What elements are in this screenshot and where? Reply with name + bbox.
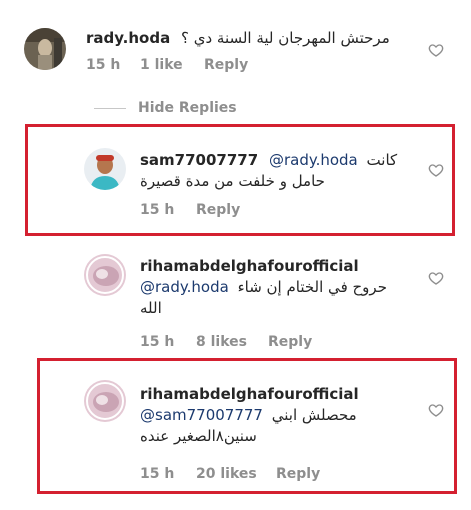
reply-button[interactable]: Reply <box>268 334 312 350</box>
comment-body-line-1: محصلش ابني <box>271 406 357 424</box>
username[interactable]: rady.hoda <box>86 29 170 47</box>
timestamp: 15 h <box>86 57 121 73</box>
comment-rady-hoda: rady.hoda مرحتش المهرجان لية السنة دي ؟ … <box>0 0 471 90</box>
heart-outline-icon[interactable] <box>428 402 444 418</box>
reply-button[interactable]: Reply <box>204 57 248 73</box>
comment-body: مرحتش المهرجان لية السنة دي ؟ <box>180 29 390 47</box>
reply-button[interactable]: Reply <box>276 466 320 482</box>
reply-rihamabdelghafourofficial-1: rihamabdelghafourofficial @rady.hoda حرو… <box>0 244 471 356</box>
comment-text: rihamabdelghafourofficial @rady.hoda حرو… <box>140 256 430 319</box>
hide-replies-label: Hide Replies <box>138 100 237 116</box>
mention-link[interactable]: @sam77007777 <box>140 406 263 424</box>
comment-meta: 15 h Reply <box>140 202 240 218</box>
avatar[interactable] <box>84 148 126 190</box>
username[interactable]: rihamabdelghafourofficial <box>140 256 430 277</box>
comment-body-line-1: كانت <box>366 151 398 169</box>
mention-link[interactable]: @rady.hoda <box>140 278 229 296</box>
divider <box>94 107 126 109</box>
timestamp: 15 h <box>140 334 175 350</box>
comment-body-line-2: الله <box>140 299 162 317</box>
hide-replies-button[interactable]: Hide Replies <box>94 100 237 116</box>
username[interactable]: rihamabdelghafourofficial <box>140 384 430 405</box>
reply-button[interactable]: Reply <box>196 202 240 218</box>
comment-text: sam77007777 @rady.hoda كانت حامل و خلفت … <box>140 150 430 192</box>
username[interactable]: sam77007777 <box>140 151 258 169</box>
heart-outline-icon[interactable] <box>428 42 444 58</box>
comment-meta: 15 h 20 likes Reply <box>140 466 320 482</box>
comment-body-line-2: حامل و خلفت من مدة قصيرة <box>140 172 325 190</box>
reply-rihamabdelghafourofficial-2: rihamabdelghafourofficial @sam77007777 م… <box>0 358 471 494</box>
avatar[interactable] <box>84 380 126 422</box>
reply-sam77007777: sam77007777 @rady.hoda كانت حامل و خلفت … <box>0 124 471 236</box>
avatar[interactable] <box>24 28 66 70</box>
heart-outline-icon[interactable] <box>428 270 444 286</box>
avatar[interactable] <box>84 254 126 296</box>
comment-meta: 15 h 1 like Reply <box>86 57 248 73</box>
timestamp: 15 h <box>140 202 175 218</box>
comment-meta: 15 h 8 likes Reply <box>140 334 312 350</box>
comment-text: rady.hoda مرحتش المهرجان لية السنة دي ؟ <box>86 28 416 49</box>
comment-body-line-2: سنين٨الصغير عنده <box>140 427 257 445</box>
likes-count[interactable]: 8 likes <box>196 334 268 350</box>
heart-outline-icon[interactable] <box>428 162 444 178</box>
comment-body-line-1: حروح في الختام إن شاء <box>237 278 387 296</box>
likes-count[interactable]: 20 likes <box>196 466 276 482</box>
timestamp: 15 h <box>140 466 175 482</box>
mention-link[interactable]: @rady.hoda <box>269 151 358 169</box>
comment-text: rihamabdelghafourofficial @sam77007777 م… <box>140 384 430 447</box>
likes-count[interactable]: 1 like <box>140 57 204 73</box>
